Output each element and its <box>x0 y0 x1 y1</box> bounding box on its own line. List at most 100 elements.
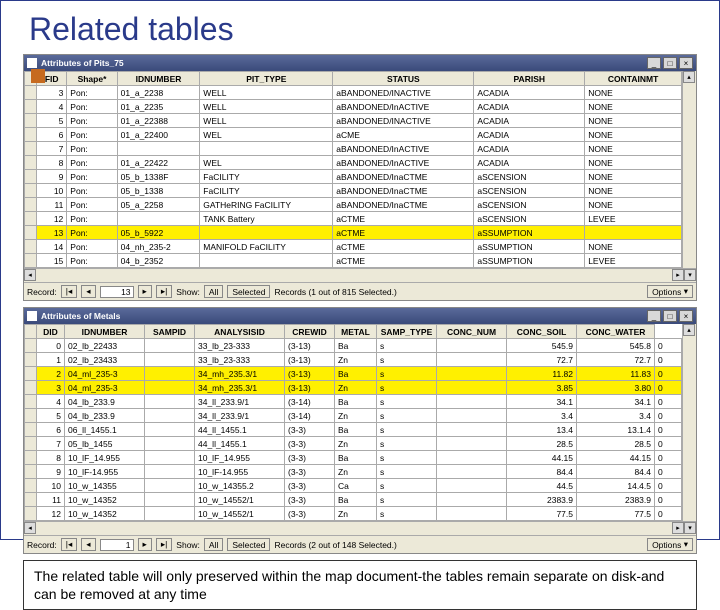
cell[interactable]: ACADIA <box>474 114 585 128</box>
cell[interactable] <box>437 353 507 367</box>
cell[interactable]: 10_lF_14.955 <box>65 451 145 465</box>
cell[interactable]: 0 <box>655 353 682 367</box>
cell[interactable]: aCTME <box>333 226 474 240</box>
cell[interactable]: 3.4 <box>577 409 655 423</box>
cell[interactable]: (3-14) <box>285 409 335 423</box>
cell[interactable]: aSSUMPTION <box>474 240 585 254</box>
row-selector[interactable] <box>25 86 37 100</box>
cell[interactable]: 04_b_2352 <box>117 254 200 268</box>
cell[interactable]: NONE <box>585 114 682 128</box>
cell[interactable]: 6 <box>37 128 67 142</box>
row-selector[interactable] <box>25 381 37 395</box>
table-row[interactable]: 910_lF-14.95510_lF-14.955(3-3)Zns84.484.… <box>25 465 682 479</box>
cell[interactable] <box>437 451 507 465</box>
table-row[interactable]: 810_lF_14.95510_lF_14.955(3-3)Bas44.1544… <box>25 451 682 465</box>
cell[interactable]: 33_lb_23-333 <box>195 339 285 353</box>
cell[interactable]: 34_ll_233.9/1 <box>195 395 285 409</box>
cell[interactable]: (3-13) <box>285 381 335 395</box>
cell[interactable] <box>117 212 200 226</box>
cell[interactable]: Ba <box>335 493 377 507</box>
table-row[interactable]: 9Pon:05_b_1338FFaCILITYaBANDONED/InaCTME… <box>25 170 682 184</box>
cell[interactable]: 01_a_22388 <box>117 114 200 128</box>
cell[interactable]: 3.80 <box>577 381 655 395</box>
table-row[interactable]: 304_ml_235-334_mh_235.3/1(3-13)Zns3.853.… <box>25 381 682 395</box>
cell[interactable]: 3.4 <box>507 409 577 423</box>
cell[interactable]: 34_ll_233.9/1 <box>195 409 285 423</box>
cell[interactable] <box>145 339 195 353</box>
cell[interactable]: (3-14) <box>285 395 335 409</box>
cell[interactable]: 02_lb_22433 <box>65 339 145 353</box>
cell[interactable] <box>145 507 195 521</box>
cell[interactable] <box>437 437 507 451</box>
cell[interactable]: (3-13) <box>285 339 335 353</box>
cell[interactable] <box>437 423 507 437</box>
cell[interactable]: 34_mh_235.3/1 <box>195 381 285 395</box>
cell[interactable]: aSSUMPTION <box>474 226 585 240</box>
cell[interactable]: NONE <box>585 86 682 100</box>
cell[interactable] <box>145 437 195 451</box>
cell[interactable]: NONE <box>585 198 682 212</box>
table-row[interactable]: 14Pon:04_nh_235-2MANIFOLD FaCILITYaCTMEa… <box>25 240 682 254</box>
table-row[interactable]: 1010_w_1435510_w_14355.2(3-3)Cas44.514.4… <box>25 479 682 493</box>
cell[interactable]: 0 <box>655 493 682 507</box>
row-selector[interactable] <box>25 142 37 156</box>
row-selector[interactable] <box>25 465 37 479</box>
cell[interactable]: Ca <box>335 479 377 493</box>
cell[interactable] <box>437 381 507 395</box>
cell[interactable]: (3-13) <box>285 353 335 367</box>
cell[interactable]: Ba <box>335 423 377 437</box>
cell[interactable]: 10_w_14352 <box>65 507 145 521</box>
row-selector[interactable] <box>25 339 37 353</box>
row-selector[interactable] <box>25 353 37 367</box>
cell[interactable]: NONE <box>585 142 682 156</box>
cell[interactable]: 04_nh_235-2 <box>117 240 200 254</box>
row-selector[interactable] <box>25 128 37 142</box>
cell[interactable]: 44.15 <box>507 451 577 465</box>
cell[interactable]: 04_lb_233.9 <box>65 395 145 409</box>
cell[interactable]: aBANDONED/InaCTME <box>333 198 474 212</box>
cell[interactable]: ACADIA <box>474 86 585 100</box>
cell[interactable]: Zn <box>335 381 377 395</box>
row-selector[interactable] <box>25 156 37 170</box>
cell[interactable]: Pon: <box>67 156 117 170</box>
cell[interactable]: aCTME <box>333 254 474 268</box>
row-selector[interactable] <box>25 114 37 128</box>
show-selected-button[interactable]: Selected <box>227 285 270 298</box>
cell[interactable]: 11 <box>37 493 65 507</box>
table-row[interactable]: 1110_w_1435210_w_14552/1(3-3)Bas2383.923… <box>25 493 682 507</box>
row-selector[interactable] <box>25 451 37 465</box>
cell[interactable]: FaCILITY <box>200 170 333 184</box>
cell[interactable]: 4 <box>37 100 67 114</box>
cell[interactable]: NONE <box>585 156 682 170</box>
table-row[interactable]: 102_lb_2343333_lb_23-333(3-13)Zns72.772.… <box>25 353 682 367</box>
cell[interactable]: 01_a_22422 <box>117 156 200 170</box>
cell[interactable]: 28.5 <box>577 437 655 451</box>
cell[interactable]: 3 <box>37 381 65 395</box>
cell[interactable]: (3-3) <box>285 451 335 465</box>
cell[interactable]: 01_a_22400 <box>117 128 200 142</box>
row-selector[interactable] <box>25 100 37 114</box>
cell[interactable]: Pon: <box>67 212 117 226</box>
cell[interactable] <box>437 479 507 493</box>
vertical-scrollbar[interactable]: ▴ <box>682 324 696 521</box>
cell[interactable]: 6 <box>37 423 65 437</box>
show-all-button[interactable]: All <box>204 285 223 298</box>
table-row[interactable]: 705_lb_145544_ll_1455.1(3-3)Zns28.528.50 <box>25 437 682 451</box>
cell[interactable]: 0 <box>655 479 682 493</box>
cell[interactable]: 8 <box>37 156 67 170</box>
column-header[interactable]: ANALYSISID <box>195 325 285 339</box>
cell[interactable]: LEVEE <box>585 254 682 268</box>
cell[interactable]: 1 <box>37 353 65 367</box>
cell[interactable]: NONE <box>585 170 682 184</box>
cell[interactable]: 84.4 <box>507 465 577 479</box>
cell[interactable] <box>437 507 507 521</box>
scroll-right-icon[interactable]: ▸ <box>672 269 684 281</box>
attribute-table[interactable]: FIDShape*IDNUMBERPIT_TYPESTATUSPARISHCON… <box>24 71 682 268</box>
cell[interactable]: 34.1 <box>507 395 577 409</box>
cell[interactable]: 10_lF_14.955 <box>195 451 285 465</box>
cell[interactable]: aSSUMPTION <box>474 254 585 268</box>
cell[interactable]: 0 <box>655 339 682 353</box>
column-header[interactable]: METAL <box>335 325 377 339</box>
cell[interactable]: 9 <box>37 170 67 184</box>
cell[interactable]: 04_lb_233.9 <box>65 409 145 423</box>
